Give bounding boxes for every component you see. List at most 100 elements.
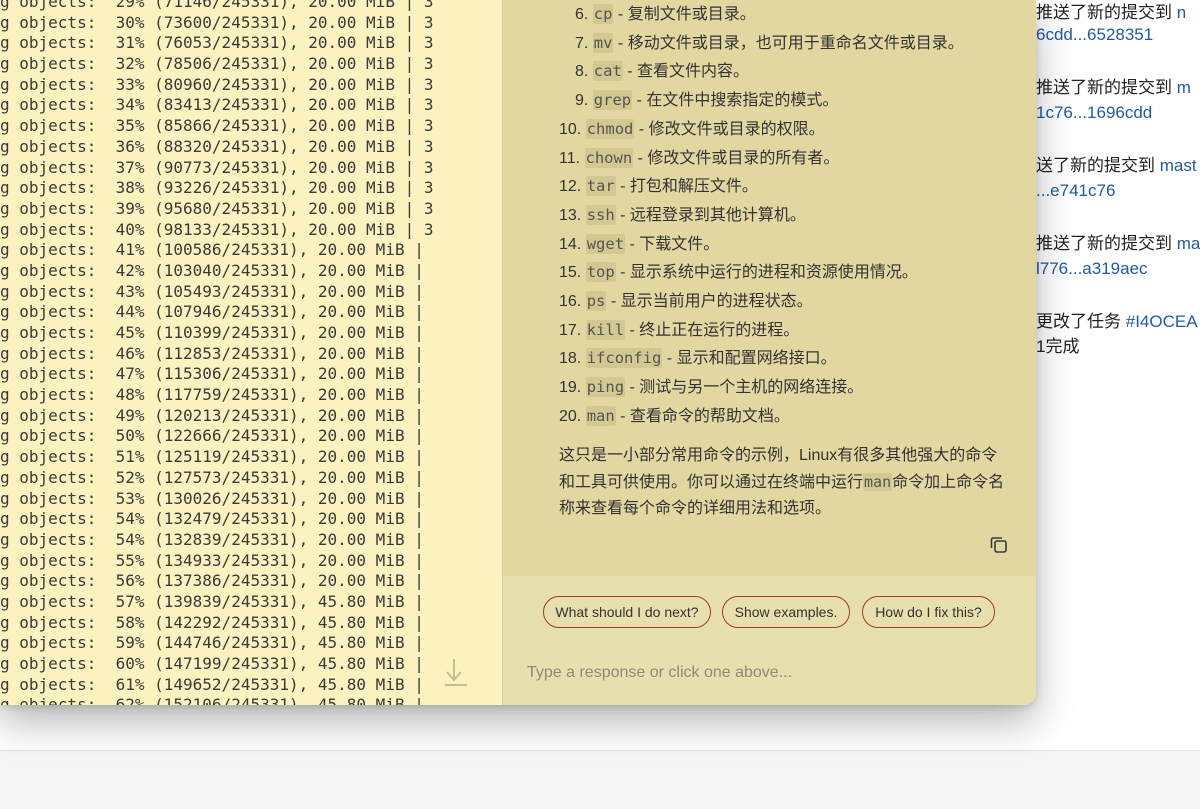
command-code: chown (584, 147, 634, 168)
terminal-window: g objects: 29% (71146/245331), 20.00 MiB… (0, 0, 1036, 705)
terminal-pane[interactable]: g objects: 29% (71146/245331), 20.00 MiB… (0, 0, 502, 705)
command-code: tar (585, 176, 616, 197)
assistant-panel: 6. cp - 复制文件或目录。 7. mv - 移动文件或目录，也可用于重命名文… (503, 0, 1036, 705)
commit-range-link[interactable]: l776...a319aec (1036, 259, 1148, 278)
task-link[interactable]: #I4OCEA (1126, 312, 1198, 331)
suggestion-area: What should I do next? Show examples. Ho… (503, 576, 1036, 705)
terminal-line: g objects: 31% (76053/245331), 20.00 MiB… (0, 33, 434, 53)
terminal-line: g objects: 43% (105493/245331), 20.00 Mi… (0, 281, 424, 301)
feed-item: 推送了新的提交到 m (1036, 75, 1191, 101)
feed-text: 送了新的提交到 (1036, 156, 1160, 175)
command-description: - 测试与另一个主机的网络连接。 (625, 379, 864, 397)
command-list-item: 19. ping - 测试与另一个主机的网络连接。 (559, 373, 863, 401)
activity-feed: 推送了新的提交到 n 6cdd...6528351 推送了新的提交到 m 1c7… (1036, 0, 1200, 750)
terminal-line: g objects: 59% (144746/245331), 45.80 Mi… (0, 633, 424, 653)
terminal-line: g objects: 32% (78506/245331), 20.00 MiB… (0, 54, 434, 74)
command-description: - 显示系统中运行的进程和资源使用情况。 (615, 264, 918, 282)
inline-code: man (863, 473, 893, 491)
command-list-item: 18. ifconfig - 显示和配置网络接口。 (559, 344, 837, 372)
commit-range-link[interactable]: 6cdd...6528351 (1036, 25, 1153, 44)
commit-range-link[interactable]: 1c76...1696cdd (1036, 103, 1152, 122)
command-list-item: 12. tar - 打包和解压文件。 (559, 172, 758, 200)
item-number: 9. (575, 92, 589, 110)
suggestion-what-next-button[interactable]: What should I do next? (543, 596, 711, 628)
command-description: - 下载文件。 (625, 235, 720, 253)
command-description: - 显示当前用户的进程状态。 (606, 293, 813, 310)
bottom-bar (0, 750, 1200, 809)
command-list-item: 11. chown - 修改文件或目录的所有者。 (559, 144, 839, 172)
item-number: 6. (575, 6, 589, 23)
terminal-line: g objects: 45% (110399/245331), 20.00 Mi… (0, 323, 424, 342)
command-code: ifconfig (585, 348, 663, 369)
command-description: - 修改文件或目录的权限。 (634, 120, 825, 138)
terminal-line: g objects: 57% (139839/245331), 45.80 Mi… (0, 591, 424, 611)
item-number: 15. (559, 264, 582, 282)
item-number: 12. (559, 178, 582, 196)
commit-range-link[interactable]: ...e741c76 (1036, 181, 1115, 200)
terminal-line: g objects: 42% (103040/245331), 20.00 Mi… (0, 260, 424, 280)
feed-text: 推送了新的提交到 (1036, 3, 1177, 22)
command-code: ping (585, 377, 626, 398)
item-number: 17. (559, 321, 582, 339)
command-description: - 打包和解压文件。 (615, 178, 758, 196)
command-description: - 在文件中搜索指定的模式。 (632, 92, 839, 110)
command-list-item: 8. cat - 查看文件内容。 (575, 57, 749, 85)
branch-link[interactable]: ma (1177, 234, 1200, 253)
command-code: mv (592, 32, 614, 53)
terminal-line: g objects: 52% (127573/245331), 20.00 Mi… (0, 467, 424, 487)
terminal-line: g objects: 35% (85866/245331), 20.00 MiB… (0, 116, 434, 136)
item-number: 7. (575, 34, 589, 52)
feed-item: 推送了新的提交到 ma (1036, 231, 1200, 257)
branch-link[interactable]: n (1177, 3, 1186, 22)
feed-item: 送了新的提交到 mast (1036, 153, 1197, 179)
item-number: 13. (559, 206, 582, 224)
feed-text: 更改了任务 (1036, 312, 1126, 331)
copy-icon[interactable] (987, 533, 1011, 557)
command-code: ssh (585, 204, 616, 225)
item-number: 16. (559, 293, 582, 310)
task-status: 1完成 (1036, 337, 1080, 356)
feed-commit-link-row: 6cdd...6528351 (1036, 22, 1153, 48)
branch-link[interactable]: m (1177, 78, 1191, 97)
command-code: wget (585, 233, 626, 254)
branch-link[interactable]: mast (1160, 156, 1197, 175)
feed-commit-link-row: ...e741c76 (1036, 178, 1115, 204)
terminal-output: g objects: 29% (71146/245331), 20.00 MiB… (0, 0, 433, 705)
suggestion-fix-button[interactable]: How do I fix this? (862, 596, 995, 628)
terminal-line: g objects: 51% (125119/245331), 20.00 Mi… (0, 447, 424, 467)
command-description: - 修改文件或目录的所有者。 (633, 149, 840, 167)
command-code: grep (592, 90, 633, 111)
feed-commit-link-row: 1c76...1696cdd (1036, 100, 1152, 126)
command-description: - 复制文件或目录。 (613, 6, 756, 23)
item-number: 10. (559, 120, 582, 138)
terminal-line: g objects: 39% (95680/245331), 20.00 MiB… (0, 198, 434, 218)
feed-commit-link-row: l776...a319aec (1036, 256, 1148, 282)
terminal-line: g objects: 50% (122666/245331), 20.00 Mi… (0, 426, 424, 446)
feed-text: 推送了新的提交到 (1036, 78, 1177, 97)
command-code: cat (592, 61, 623, 82)
item-number: 8. (575, 63, 589, 81)
command-list-item: 9. grep - 在文件中搜索指定的模式。 (575, 86, 838, 114)
terminal-line: g objects: 58% (142292/245331), 45.80 Mi… (0, 612, 424, 632)
command-description: - 移动文件或目录，也可用于重命名文件或目录。 (613, 34, 964, 52)
command-code: kill (585, 319, 626, 340)
terminal-line: g objects: 40% (98133/245331), 20.00 MiB… (0, 219, 434, 239)
terminal-line: g objects: 49% (120213/245331), 20.00 Mi… (0, 405, 424, 425)
terminal-line: g objects: 56% (137386/245331), 20.00 Mi… (0, 571, 424, 591)
scroll-to-bottom-icon[interactable] (443, 655, 469, 691)
feed-text: 推送了新的提交到 (1036, 234, 1177, 253)
item-number: 18. (559, 350, 582, 368)
terminal-line: g objects: 47% (115306/245331), 20.00 Mi… (0, 364, 424, 384)
terminal-line: g objects: 38% (93226/245331), 20.00 MiB… (0, 178, 434, 198)
reply-input[interactable]: Type a response or click one above... (527, 664, 792, 682)
terminal-line: g objects: 60% (147199/245331), 45.80 Mi… (0, 654, 424, 673)
suggestion-show-examples-button[interactable]: Show examples. (722, 596, 850, 628)
command-list-item: 13. ssh - 远程登录到其他计算机。 (559, 201, 806, 229)
command-description: - 查看文件内容。 (622, 63, 750, 81)
command-list-item: 6. cp - 复制文件或目录。 (575, 0, 756, 28)
command-code: cp (592, 4, 614, 24)
command-code: ps (585, 291, 607, 311)
command-code: man (585, 405, 616, 426)
item-number: 11. (559, 149, 581, 167)
terminal-line: g objects: 61% (149652/245331), 45.80 Mi… (0, 674, 424, 694)
